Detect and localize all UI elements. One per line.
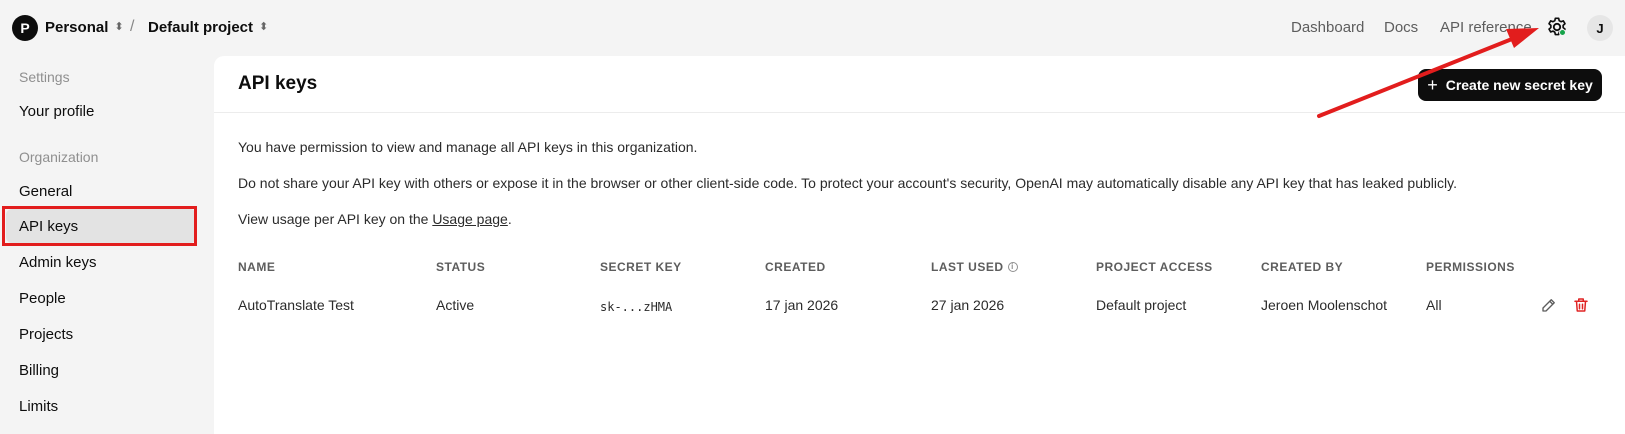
sidebar-item-limits[interactable]: Limits [6, 389, 196, 423]
cell-created-by: Jeroen Moolenschot [1261, 297, 1388, 313]
org-name: Personal [45, 19, 109, 36]
security-warning-text: Do not share your API key with others or… [238, 175, 1457, 191]
column-header-permissions: PERMISSIONS [1426, 260, 1515, 274]
usage-page-link[interactable]: Usage page [432, 211, 508, 227]
permission-text: You have permission to view and manage a… [238, 139, 698, 155]
sidebar-item-label: Admin keys [19, 253, 97, 271]
edit-icon[interactable] [1540, 296, 1558, 314]
sidebar-item-label: Limits [19, 397, 59, 415]
org-switcher[interactable]: Personal ⬍ [45, 19, 124, 36]
usage-text-suffix: . [507, 211, 512, 227]
sidebar-item-billing[interactable]: Billing [6, 353, 196, 387]
column-header-name: NAME [238, 260, 276, 274]
column-header-last-used-label: LAST USED [931, 260, 1004, 274]
sidebar-item-your-profile[interactable]: Your profile [6, 94, 196, 128]
info-icon[interactable]: i [1007, 262, 1018, 272]
sidebar-item-label: Billing [19, 361, 60, 379]
cell-project-access: Default project [1096, 297, 1187, 313]
create-secret-key-button[interactable]: + Create new secret key [1418, 69, 1602, 101]
column-header-secret-key: SECRET KEY [600, 260, 682, 274]
sidebar-item-label: People [19, 289, 66, 307]
chevron-up-down-icon: ⬍ [259, 21, 269, 33]
top-bar: P Personal ⬍ / Default project ⬍ Dashboa… [0, 0, 1625, 56]
cell-secret-key: sk-...zHMA [600, 300, 673, 314]
project-name: Default project [148, 19, 254, 36]
column-header-project-access: PROJECT ACCESS [1096, 260, 1213, 274]
page-title: API keys [238, 73, 318, 94]
sidebar-item-label: Your profile [19, 102, 95, 120]
create-secret-key-label: Create new secret key [1445, 77, 1593, 93]
main-panel: API keys + Create new secret key You hav… [214, 56, 1625, 434]
user-avatar[interactable]: J [1587, 15, 1613, 41]
cell-created: 17 jan 2026 [765, 297, 839, 313]
chevron-up-down-icon: ⬍ [114, 21, 124, 33]
sidebar-item-label: Projects [19, 325, 74, 343]
sidebar-item-projects[interactable]: Projects [6, 317, 196, 351]
sidebar-item-label: General [19, 182, 73, 200]
sidebar-heading-settings: Settings [19, 69, 70, 85]
cell-name: AutoTranslate Test [238, 297, 354, 313]
breadcrumb-separator: / [130, 18, 135, 35]
trash-icon[interactable] [1572, 296, 1590, 314]
main-header: API keys + Create new secret key [214, 56, 1625, 113]
column-header-created: CREATED [765, 260, 826, 274]
cell-last-used: 27 jan 2026 [931, 297, 1005, 313]
notification-dot [1559, 29, 1566, 36]
sidebar-item-admin-keys[interactable]: Admin keys [6, 245, 196, 279]
nav-dashboard[interactable]: Dashboard [1291, 19, 1364, 36]
nav-docs[interactable]: Docs [1384, 19, 1418, 36]
project-switcher[interactable]: Default project ⬍ [148, 19, 268, 36]
sidebar-heading-organization: Organization [19, 149, 99, 165]
column-header-last-used: LAST USED i [931, 260, 1018, 274]
org-avatar[interactable]: P [12, 15, 38, 41]
sidebar-item-general[interactable]: General [6, 174, 196, 208]
nav-api-reference[interactable]: API reference [1440, 19, 1532, 36]
column-header-status: STATUS [436, 260, 486, 274]
cell-status: Active [436, 297, 475, 313]
column-header-created-by: CREATED BY [1261, 260, 1344, 274]
cell-permissions: All [1426, 297, 1442, 313]
usage-text-prefix: View usage per API key on the [238, 211, 433, 227]
plus-icon: + [1427, 75, 1438, 95]
usage-text: View usage per API key on the Usage page… [238, 211, 512, 227]
sidebar-item-people[interactable]: People [6, 281, 196, 315]
annotation-highlight-box [2, 206, 197, 246]
